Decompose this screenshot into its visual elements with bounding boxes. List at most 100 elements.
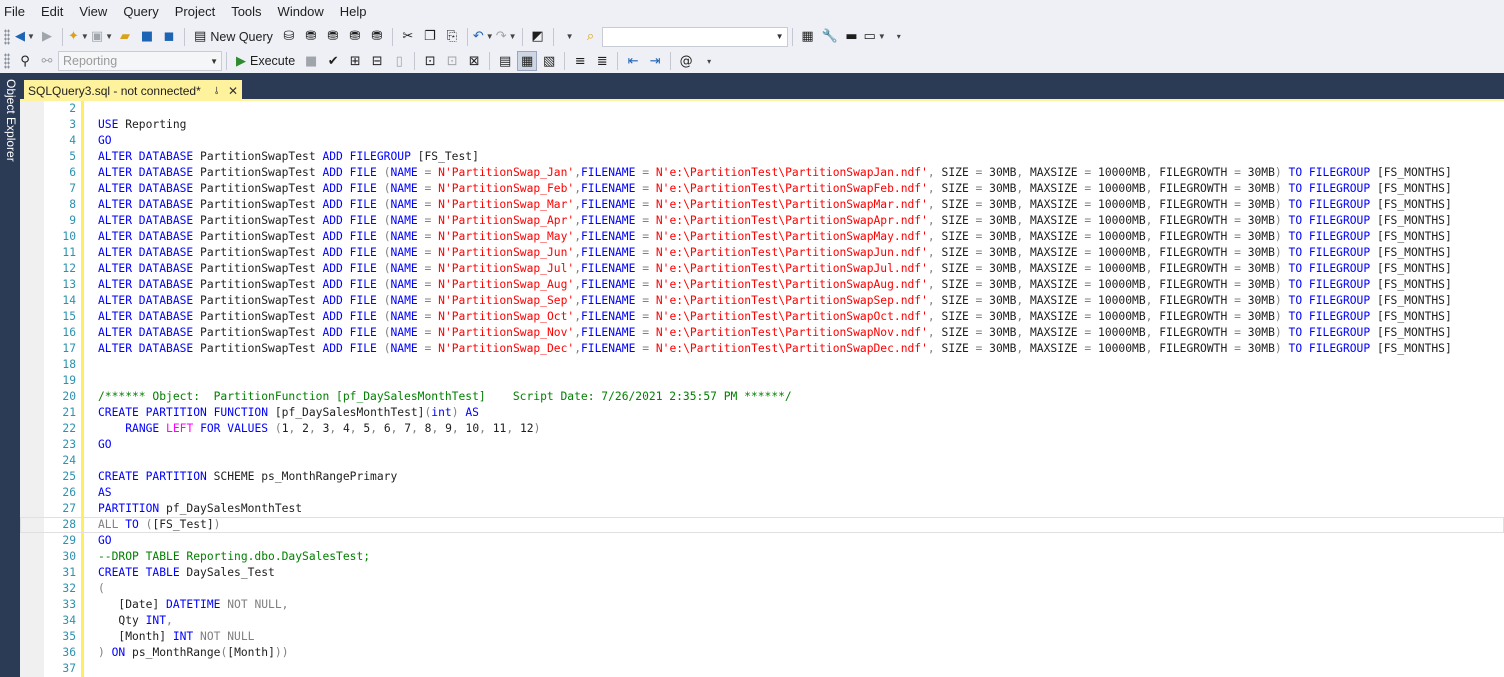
- query-designer-button[interactable]: ⊟: [367, 51, 387, 71]
- open-file-button[interactable]: ▰: [115, 27, 135, 47]
- code-line[interactable]: 25 CREATE PARTITION SCHEME ps_MonthRangeP…: [20, 469, 1504, 485]
- code-line[interactable]: 32 (: [20, 581, 1504, 597]
- change-connection-button[interactable]: ⚯: [37, 51, 57, 71]
- mdx-query-button[interactable]: ⛃: [301, 27, 321, 47]
- dmx-query-button[interactable]: ⛃: [323, 27, 343, 47]
- code-line[interactable]: 33 [Date] DATETIME NOT NULL,: [20, 597, 1504, 613]
- code-line[interactable]: 12 ALTER DATABASE PartitionSwapTest ADD F…: [20, 261, 1504, 277]
- code-line[interactable]: 17 ALTER DATABASE PartitionSwapTest ADD F…: [20, 341, 1504, 357]
- increase-indent-button[interactable]: ⇥: [645, 51, 665, 71]
- solution-config-dropdown[interactable]: ▼: [559, 27, 579, 47]
- toolbar-grip[interactable]: [4, 53, 10, 69]
- code-line[interactable]: 31 CREATE TABLE DaySales_Test: [20, 565, 1504, 581]
- code-line[interactable]: 23 GO: [20, 437, 1504, 453]
- code-line[interactable]: 13 ALTER DATABASE PartitionSwapTest ADD F…: [20, 277, 1504, 293]
- code-line[interactable]: 4 GO: [20, 133, 1504, 149]
- menu-query[interactable]: Query: [119, 0, 166, 24]
- code-line[interactable]: 37: [20, 661, 1504, 677]
- toolbox-button[interactable]: ▬: [842, 27, 862, 47]
- object-explorer-tab[interactable]: Object Explorer: [2, 79, 18, 169]
- query-options-button[interactable]: ▯: [389, 51, 409, 71]
- forward-button[interactable]: ▶: [37, 27, 57, 47]
- document-tab[interactable]: SQLQuery3.sql - not connected* ⊸ ✕: [24, 80, 242, 101]
- include-actual-plan-button[interactable]: ⊡: [442, 51, 462, 71]
- command-window-button[interactable]: ▭ ▼: [864, 27, 886, 47]
- paste-button[interactable]: ⎘: [442, 27, 462, 47]
- pin-icon[interactable]: ⊸: [210, 86, 221, 94]
- toolbar2-options-button[interactable]: ▾: [698, 51, 718, 71]
- template-explorer-button[interactable]: ▦: [798, 27, 818, 47]
- code-line[interactable]: 34 Qty INT,: [20, 613, 1504, 629]
- cancel-query-button[interactable]: ■: [301, 51, 321, 71]
- code-line[interactable]: 19: [20, 373, 1504, 389]
- specify-template-values-button[interactable]: @: [676, 51, 696, 71]
- database-engine-query-button[interactable]: ⛁: [279, 27, 299, 47]
- code-line[interactable]: 14 ALTER DATABASE PartitionSwapTest ADD F…: [20, 293, 1504, 309]
- menu-file[interactable]: File: [0, 0, 33, 24]
- code-line[interactable]: 20 /****** Object: PartitionFunction [pf_…: [20, 389, 1504, 405]
- toolbar-options-button[interactable]: ▾: [888, 27, 908, 47]
- copy-button[interactable]: ❐: [420, 27, 440, 47]
- parse-button[interactable]: ✔: [323, 51, 343, 71]
- code-line[interactable]: 30 --DROP TABLE Reporting.dbo.DaySalesTes…: [20, 549, 1504, 565]
- code-line[interactable]: 22 RANGE LEFT FOR VALUES (1, 2, 3, 4, 5,…: [20, 421, 1504, 437]
- code-line[interactable]: 27 PARTITION pf_DaySalesMonthTest: [20, 501, 1504, 517]
- menu-view[interactable]: View: [75, 0, 115, 24]
- code-line[interactable]: 26 AS: [20, 485, 1504, 501]
- activity-monitor-button[interactable]: ◩: [528, 27, 548, 47]
- code-line[interactable]: 7 ALTER DATABASE PartitionSwapTest ADD FI…: [20, 181, 1504, 197]
- code-line[interactable]: 9 ALTER DATABASE PartitionSwapTest ADD FI…: [20, 213, 1504, 229]
- code-line[interactable]: 36) ON ps_MonthRange([Month])): [20, 645, 1504, 661]
- back-button[interactable]: ◀ ▼: [15, 27, 35, 47]
- new-project-button[interactable]: ✦ ▼: [68, 27, 89, 47]
- save-button[interactable]: ■: [137, 27, 157, 47]
- menu-project[interactable]: Project: [171, 0, 223, 24]
- properties-button[interactable]: 🔧: [820, 27, 840, 47]
- code-line[interactable]: 15 ALTER DATABASE PartitionSwapTest ADD F…: [20, 309, 1504, 325]
- menu-edit[interactable]: Edit: [37, 0, 71, 24]
- find-combo[interactable]: ▼: [601, 26, 788, 47]
- results-to-text-button[interactable]: ▤: [495, 51, 515, 71]
- connect-button[interactable]: ⚲: [15, 51, 35, 71]
- decrease-indent-button[interactable]: ⇤: [623, 51, 643, 71]
- comment-out-button[interactable]: ≡: [570, 51, 590, 71]
- menu-tools[interactable]: Tools: [227, 0, 269, 24]
- intellisense-button[interactable]: ⊡: [420, 51, 440, 71]
- undo-button[interactable]: ↶ ▼: [473, 27, 494, 47]
- code-line[interactable]: 29 GO: [20, 533, 1504, 549]
- results-to-file-button[interactable]: ▧: [539, 51, 559, 71]
- code-line[interactable]: 3 USE Reporting: [20, 117, 1504, 133]
- dax-query-button[interactable]: ⛃: [367, 27, 387, 47]
- save-all-button[interactable]: ◼: [159, 27, 179, 47]
- menu-help[interactable]: Help: [336, 0, 375, 24]
- new-query-button[interactable]: ▤ New Query: [190, 27, 277, 47]
- xmla-query-button[interactable]: ⛃: [345, 27, 365, 47]
- cut-button[interactable]: ✂: [398, 27, 418, 47]
- code-line[interactable]: 28 ALL TO ([FS_Test]): [20, 517, 1504, 533]
- code-line[interactable]: 18: [20, 357, 1504, 373]
- find-in-files-button[interactable]: ⌕: [581, 27, 601, 47]
- code-line[interactable]: 8 ALTER DATABASE PartitionSwapTest ADD FI…: [20, 197, 1504, 213]
- live-query-stats-button[interactable]: ⊠: [464, 51, 484, 71]
- execute-button[interactable]: ▶ Execute: [232, 51, 299, 71]
- display-estimated-plan-button[interactable]: ⊞: [345, 51, 365, 71]
- code-line[interactable]: 6 ALTER DATABASE PartitionSwapTest ADD FI…: [20, 165, 1504, 181]
- toolbar-grip[interactable]: [4, 28, 10, 45]
- redo-button[interactable]: ↷ ▼: [496, 27, 517, 47]
- menu-window[interactable]: Window: [274, 0, 332, 24]
- add-item-button[interactable]: ▣ ▼: [91, 27, 113, 47]
- sql-editor[interactable]: 2 3 USE Reporting 4 GO 5 ALTER DATABASE Partit…: [20, 101, 1504, 677]
- code-line[interactable]: 10 ALTER DATABASE PartitionSwapTest ADD F…: [20, 229, 1504, 245]
- uncomment-button[interactable]: ≣: [592, 51, 612, 71]
- available-databases-combo[interactable]: Reporting ▼: [58, 51, 222, 71]
- code-line[interactable]: 16 ALTER DATABASE PartitionSwapTest ADD F…: [20, 325, 1504, 341]
- code-line[interactable]: 21 CREATE PARTITION FUNCTION [pf_DaySales…: [20, 405, 1504, 421]
- code-line[interactable]: 24: [20, 453, 1504, 469]
- code-line[interactable]: 35 [Month] INT NOT NULL: [20, 629, 1504, 645]
- code-line[interactable]: 2: [20, 101, 1504, 117]
- close-icon[interactable]: ✕: [228, 84, 238, 98]
- results-to-grid-button[interactable]: ▦: [517, 51, 538, 71]
- code-line[interactable]: 5 ALTER DATABASE PartitionSwapTest ADD FI…: [20, 149, 1504, 165]
- code-area[interactable]: 2 3 USE Reporting 4 GO 5 ALTER DATABASE Partit…: [20, 101, 1504, 677]
- code-line[interactable]: 11 ALTER DATABASE PartitionSwapTest ADD F…: [20, 245, 1504, 261]
